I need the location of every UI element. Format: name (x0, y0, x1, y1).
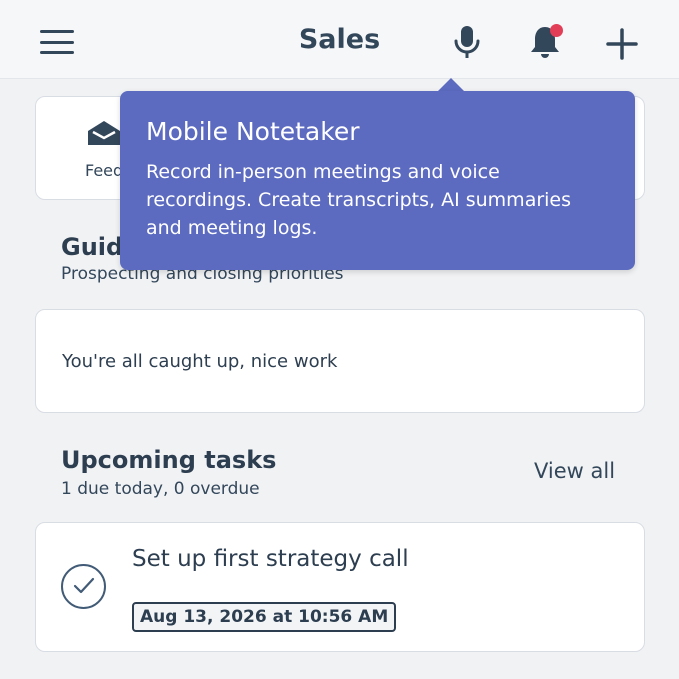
guide-card: You're all caught up, nice work (35, 309, 645, 413)
plus-icon[interactable] (604, 26, 640, 62)
tooltip-title: Mobile Notetaker (146, 117, 360, 146)
tooltip-arrow (437, 78, 465, 92)
check-circle-icon[interactable] (61, 564, 106, 609)
tooltip-body: Record in-person meetings and voice reco… (146, 161, 572, 239)
hamburger-line (40, 30, 74, 33)
view-all-link[interactable]: View all (534, 459, 615, 483)
bell-icon[interactable] (528, 22, 563, 60)
notification-dot (550, 24, 563, 37)
mobile-notetaker-tooltip[interactable]: Mobile Notetaker Record in-person meetin… (120, 91, 635, 270)
hamburger-icon[interactable] (40, 30, 74, 54)
tasks-title: Upcoming tasks (61, 446, 277, 474)
empty-state-message: You're all caught up, nice work (62, 351, 338, 372)
feed-label: Feed (85, 161, 124, 180)
hamburger-line (40, 40, 74, 44)
hamburger-line (40, 51, 74, 54)
tasks-subtitle: 1 due today, 0 overdue (61, 479, 260, 499)
task-due-date: Aug 13, 2026 at 10:56 AM (132, 602, 397, 632)
top-bar: Sales (0, 0, 679, 79)
inbox-icon (86, 119, 122, 147)
task-title[interactable]: Set up first strategy call (132, 546, 409, 572)
task-card[interactable]: Set up first strategy call Aug 13, 2026 … (35, 522, 645, 652)
microphone-icon[interactable] (452, 24, 482, 62)
page-title: Sales (298, 24, 381, 55)
